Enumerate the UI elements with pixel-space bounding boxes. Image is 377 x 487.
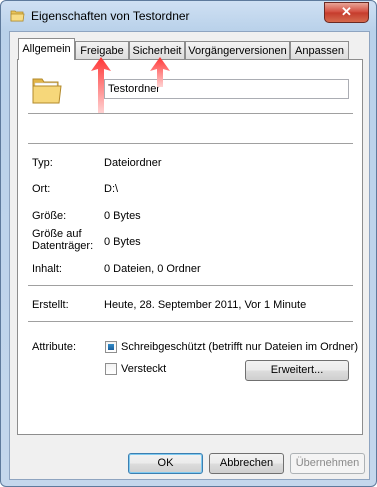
hidden-checkbox[interactable]: [105, 363, 117, 375]
title-bar[interactable]: Eigenschaften von Testordner ✕: [1, 1, 376, 31]
size-value: 0 Bytes: [104, 210, 141, 222]
folder-name-input[interactable]: [104, 79, 349, 99]
annotation-arrow-freigabe: [91, 57, 111, 113]
readonly-checkbox[interactable]: [105, 341, 117, 353]
location-value: D:\: [104, 183, 119, 195]
close-button[interactable]: ✕: [324, 2, 369, 23]
apply-button: Übernehmen: [290, 453, 365, 474]
dialog-client: Allgemein Freigabe Sicherheit Vorgängerv…: [9, 31, 370, 480]
annotation-arrow-sicherheit: [150, 57, 170, 87]
type-label: Typ:: [32, 157, 53, 169]
contents-value: 0 Dateien, 0 Ordner: [104, 263, 201, 275]
size-label: Größe:: [32, 210, 67, 222]
disk-size-label-line1: Größe auf: [32, 228, 82, 240]
advanced-button[interactable]: Erweitert...: [245, 360, 349, 381]
location-label: Ort:: [32, 183, 51, 195]
properties-window: Eigenschaften von Testordner ✕ Allgemein…: [0, 0, 377, 487]
tab-vorgaengerversionen[interactable]: Vorgängerversionen: [185, 41, 290, 59]
separator: [28, 285, 353, 287]
close-icon: ✕: [341, 4, 352, 19]
hidden-label[interactable]: Versteckt: [121, 363, 166, 375]
disk-size-value: 0 Bytes: [104, 236, 141, 248]
tab-anpassen[interactable]: Anpassen: [290, 41, 349, 59]
disk-size-label-line2: Datenträger:: [32, 240, 94, 252]
contents-label: Inhalt:: [32, 263, 62, 275]
separator: [28, 321, 353, 323]
separator: [28, 143, 353, 145]
general-panel: Typ: Dateiordner Ort: D:\ Größe: 0 Bytes…: [17, 59, 363, 435]
folder-large-icon: [32, 78, 62, 104]
separator: [28, 113, 353, 115]
created-label: Erstellt:: [32, 299, 69, 311]
type-value: Dateiordner: [104, 157, 162, 169]
cancel-button[interactable]: Abbrechen: [209, 453, 284, 474]
tab-allgemein[interactable]: Allgemein: [18, 38, 75, 60]
created-value: Heute, 28. September 2011, Vor 1 Minute: [104, 299, 307, 311]
attributes-label: Attribute:: [32, 341, 77, 353]
window-title: Eigenschaften von Testordner: [31, 9, 190, 23]
folder-icon: [10, 10, 25, 22]
readonly-label[interactable]: Schreibgeschützt (betrifft nur Dateien i…: [121, 341, 358, 353]
ok-button[interactable]: OK: [128, 453, 203, 474]
